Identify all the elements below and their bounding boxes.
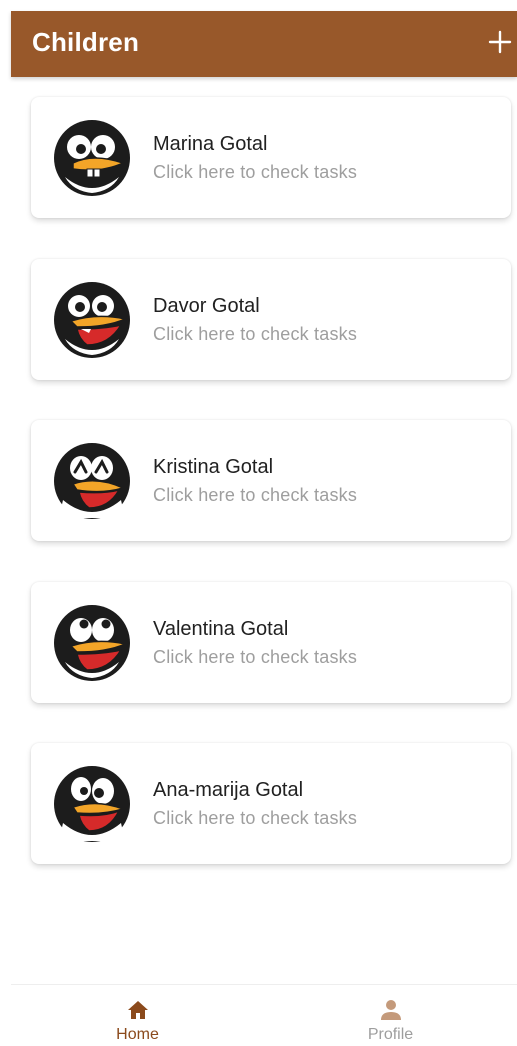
check-tasks-hint: Click here to check tasks — [153, 162, 358, 182]
check-tasks-hint: Click here to check tasks — [153, 647, 358, 667]
child-card-valentina[interactable]: Valentina Gotal Click here to check task… — [31, 582, 511, 703]
child-avatar — [51, 279, 133, 361]
children-screen: Children Marina Gotal Click here to chec… — [11, 11, 517, 1046]
child-name: Kristina Gotal — [153, 456, 274, 478]
penguin-buck-teeth-avatar — [52, 118, 132, 198]
child-avatar — [51, 602, 133, 684]
child-avatar — [51, 117, 133, 199]
nav-label-profile: Profile — [367, 1026, 414, 1043]
page-title: Children — [32, 27, 140, 57]
penguin-happy-closed-eyes-avatar — [54, 443, 130, 519]
child-name: Ana-marija Gotal — [153, 779, 304, 801]
app-bar: Children — [11, 11, 517, 77]
child-name: Valentina Gotal — [153, 618, 289, 640]
nav-item-profile[interactable]: Profile — [264, 985, 517, 1046]
plus-icon — [488, 30, 512, 54]
child-card-ana-marija[interactable]: Ana-marija Gotal Click here to check tas… — [31, 743, 511, 864]
bottom-navigation: Home Profile — [11, 984, 517, 1046]
check-tasks-hint: Click here to check tasks — [153, 324, 358, 344]
nav-label-home: Home — [116, 1026, 159, 1043]
child-card-marina[interactable]: Marina Gotal Click here to check tasks — [31, 97, 511, 218]
nav-item-home[interactable]: Home — [11, 985, 264, 1046]
person-icon — [380, 999, 402, 1021]
penguin-surprised-avatar — [54, 766, 130, 842]
home-icon — [127, 999, 149, 1021]
child-avatar — [51, 440, 133, 522]
child-card-kristina[interactable]: Kristina Gotal Click here to check tasks — [31, 420, 511, 541]
add-child-button[interactable] — [485, 27, 515, 57]
child-avatar — [51, 763, 133, 845]
penguin-laughing-avatar — [52, 280, 132, 360]
child-card-davor[interactable]: Davor Gotal Click here to check tasks — [31, 259, 511, 380]
child-name: Davor Gotal — [153, 295, 260, 317]
check-tasks-hint: Click here to check tasks — [153, 808, 358, 828]
check-tasks-hint: Click here to check tasks — [153, 485, 358, 505]
penguin-looking-up-avatar — [52, 603, 132, 683]
child-name: Marina Gotal — [153, 133, 268, 155]
